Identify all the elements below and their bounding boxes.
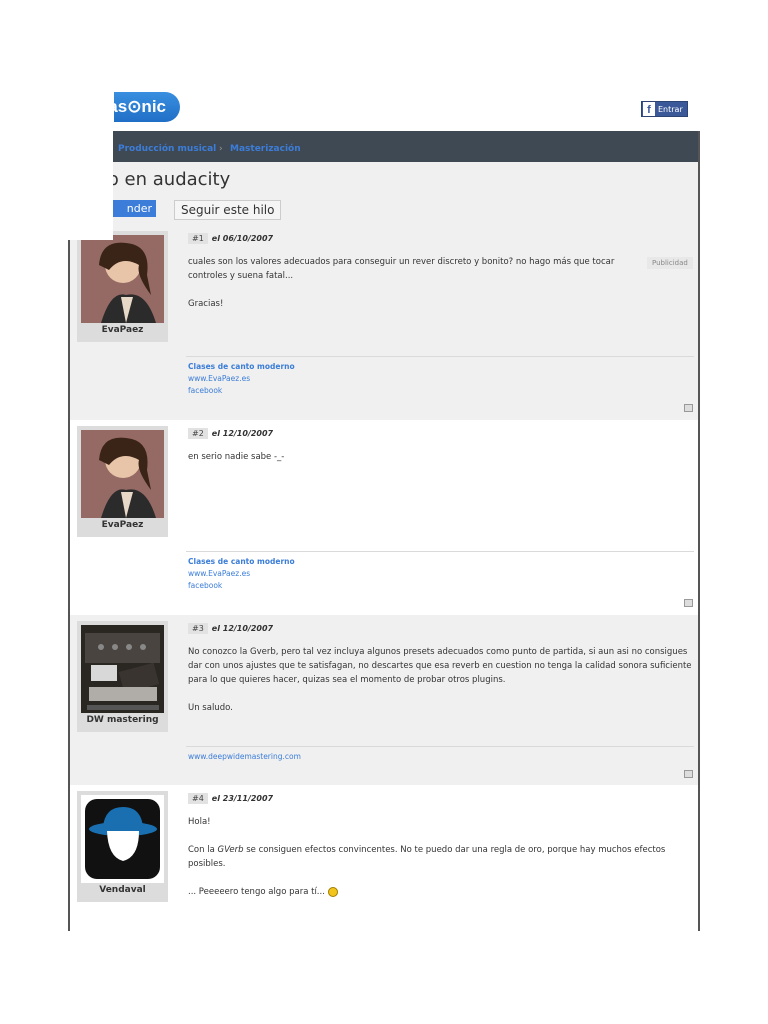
post-number[interactable]: #3	[188, 623, 208, 634]
post-date: el 12/10/2007	[211, 429, 274, 438]
post-line: cuales son los valores adecuados para co…	[188, 257, 615, 267]
post-line: dar con unos ajustes que te satisfagan, …	[188, 661, 692, 671]
breadcrumb-separator: ›	[219, 144, 223, 154]
post-line: posibles.	[188, 859, 226, 869]
breadcrumb-masterizacion[interactable]: Masterización	[230, 144, 301, 154]
post-number[interactable]: #1	[188, 233, 208, 244]
signature: www.deepwidemastering.com	[188, 751, 301, 763]
post-body: No conozco la Gverb, pero tal vez incluy…	[188, 645, 693, 715]
username[interactable]: EvaPaez	[77, 520, 168, 530]
avatar	[81, 625, 164, 713]
signature-divider	[186, 356, 694, 357]
breadcrumb-bar: Producción musical › Masterización	[70, 131, 698, 162]
post-line: Hola!	[188, 817, 211, 827]
post-header: #2 el 12/10/2007	[188, 428, 273, 439]
login-label: Entrar	[658, 105, 683, 114]
text-fragment: Con la	[188, 845, 218, 855]
left-occluder	[68, 122, 113, 240]
post: EvaPaez #1 el 06/10/2007 Publicidad cuale…	[70, 225, 698, 420]
signature-link[interactable]: www.deepwidemastering.com	[188, 751, 301, 763]
post-header: #1 el 06/10/2007	[188, 233, 273, 244]
signature-divider	[186, 551, 694, 552]
avatar	[81, 430, 164, 518]
signature-link[interactable]: facebook	[188, 580, 295, 592]
post: Vendaval #4 el 23/11/2007 Hola! Con la GV…	[70, 785, 698, 931]
post-date: el 23/11/2007	[211, 794, 274, 803]
post-line: controles y suena fatal...	[188, 271, 294, 281]
post-body: cuales son los valores adecuados para co…	[188, 255, 693, 311]
signature: Clases de canto moderno www.EvaPaez.es f…	[188, 361, 295, 397]
username[interactable]: Vendaval	[77, 885, 168, 895]
post-line: Con la GVerb se consiguen efectos convin…	[188, 843, 693, 857]
follow-thread-button[interactable]: Seguir este hilo	[174, 200, 282, 220]
post-date: el 06/10/2007	[211, 234, 274, 243]
post-header: #4 el 23/11/2007	[188, 793, 273, 804]
user-card[interactable]: DW mastering	[77, 621, 168, 732]
post-line: en serio nadie sabe -_-	[188, 452, 285, 462]
facebook-icon: f	[643, 102, 655, 116]
gverb-emphasis: GVerb	[217, 845, 244, 855]
signature-link[interactable]: Clases de canto moderno	[188, 362, 295, 371]
quote-icon[interactable]	[684, 404, 693, 412]
post-line: para lo que quieres hacer, quizas sea el…	[188, 675, 506, 685]
avatar	[81, 235, 164, 323]
breadcrumb-produccion-musical[interactable]: Producción musical	[118, 144, 216, 154]
post-number[interactable]: #2	[188, 428, 208, 439]
post-number[interactable]: #4	[188, 793, 208, 804]
logo-text: as⊙nic	[108, 97, 166, 116]
thread-title: rb en audacity	[100, 169, 231, 190]
smiley-icon	[327, 886, 338, 897]
text-fragment: se consiguen efectos convincentes. No te…	[243, 845, 666, 855]
user-card[interactable]: EvaPaez	[77, 426, 168, 537]
signature-link[interactable]: facebook	[188, 385, 295, 397]
text-fragment: ... Peeeeero tengo algo para tí...	[188, 887, 325, 897]
signature-link[interactable]: www.EvaPaez.es	[188, 568, 295, 580]
signature: Clases de canto moderno www.EvaPaez.es f…	[188, 556, 295, 592]
user-card[interactable]: EvaPaez	[77, 231, 168, 342]
signature-link[interactable]: www.EvaPaez.es	[188, 373, 295, 385]
signature-divider	[186, 746, 694, 747]
post-line: ... Peeeeero tengo algo para tí...	[188, 885, 693, 899]
logo-occluder	[68, 92, 114, 122]
post-body: en serio nadie sabe -_-	[188, 450, 693, 464]
username[interactable]: EvaPaez	[77, 325, 168, 335]
facebook-login-button[interactable]: f Entrar	[641, 101, 688, 117]
username[interactable]: DW mastering	[77, 715, 168, 725]
post-line: No conozco la Gverb, pero tal vez incluy…	[188, 647, 688, 657]
post-header: #3 el 12/10/2007	[188, 623, 273, 634]
forum-frame: Producción musical › Masterización rb en…	[68, 131, 700, 931]
post-body: Hola! Con la GVerb se consiguen efectos …	[188, 815, 693, 899]
avatar	[81, 795, 164, 883]
post-line: Gracias!	[188, 299, 224, 309]
post: DW mastering #3 el 12/10/2007 No conozco …	[70, 615, 698, 785]
signature-link[interactable]: Clases de canto moderno	[188, 557, 295, 566]
post-date: el 12/10/2007	[211, 624, 274, 633]
user-card[interactable]: Vendaval	[77, 791, 168, 902]
quote-icon[interactable]	[684, 599, 693, 607]
post-line: Un saludo.	[188, 703, 233, 713]
reply-button[interactable]: nder	[110, 200, 156, 217]
quote-icon[interactable]	[684, 770, 693, 778]
post: EvaPaez #2 el 12/10/2007 en serio nadie s…	[70, 420, 698, 615]
